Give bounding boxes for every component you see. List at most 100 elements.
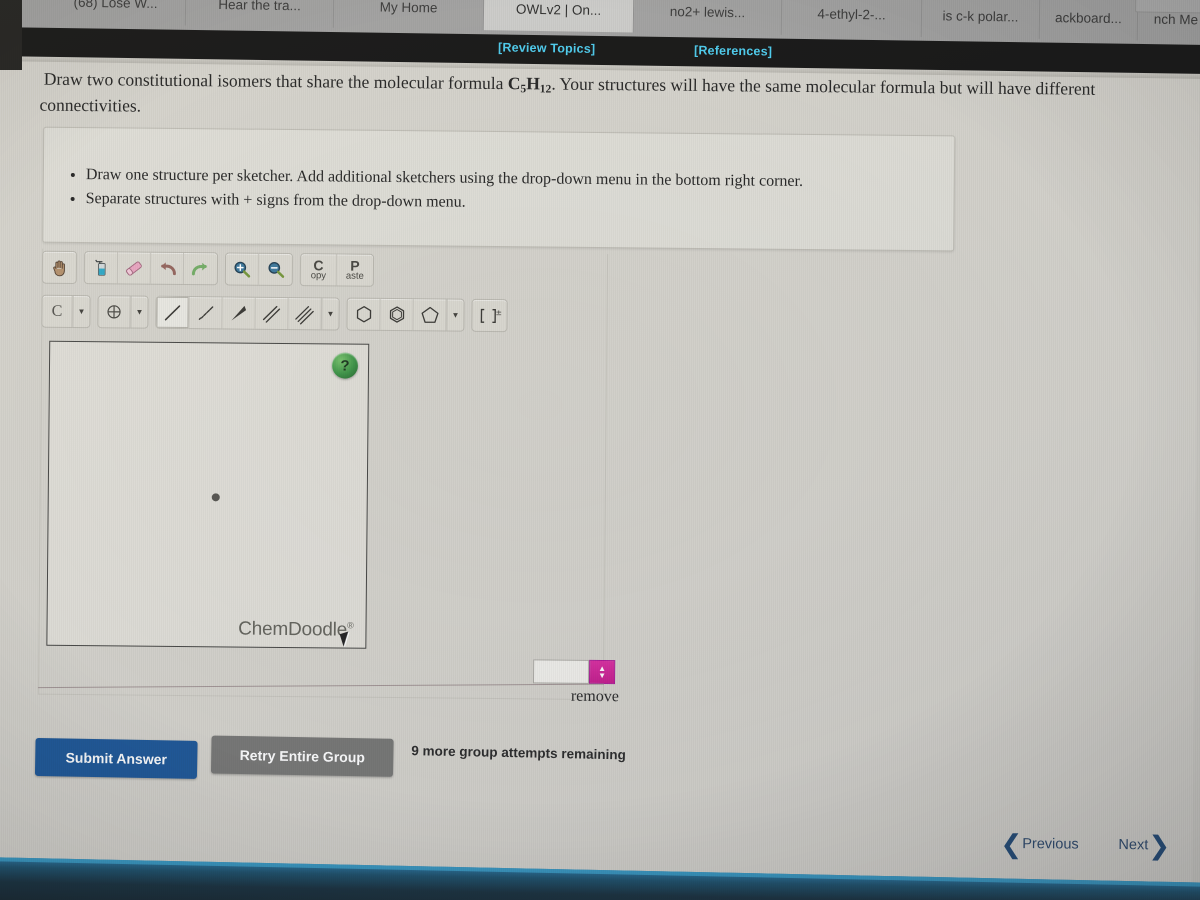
assignment-page: Draw two constitutional isomers that sha… [0,52,1200,900]
triple-bond-tool-button[interactable] [288,298,322,330]
hash-bond-icon [198,305,214,320]
double-bond-icon [262,305,281,323]
bracket-charge-tool-button[interactable]: ± [472,300,506,331]
attempts-remaining-text: 9 more group attempts remaining [411,743,627,763]
single-bond-icon [164,304,181,320]
browser-tab-owlv2[interactable]: OWLv2 | On... [483,0,635,33]
edit-group [83,251,219,286]
redo-arrow-icon [191,262,207,276]
sketcher-select[interactable] [532,659,590,684]
ring-dropdown-caret[interactable] [446,299,464,331]
chevron-updown-icon[interactable]: ▲ ▼ [588,659,616,685]
undo-tool-button[interactable] [150,252,185,285]
canvas-atom-point[interactable] [211,493,220,502]
element-dropdown-caret[interactable] [72,295,90,328]
undo-arrow-icon [160,262,176,276]
help-button[interactable]: ? [331,352,359,379]
browser-tab-6[interactable]: is c-k polar... [921,0,1041,39]
previous-link[interactable]: ❮ Previous [1000,828,1078,860]
bond-group [155,295,340,331]
browser-tab-4[interactable]: no2+ lewis... [633,0,783,35]
next-link[interactable]: Next ❯ [1118,830,1170,860]
browser-tab-0[interactable]: (68) Lose W... [45,0,187,26]
clear-tool-button[interactable] [84,252,119,284]
clipboard-group: C opy P aste [299,253,375,287]
copy-icon: C opy [311,258,327,282]
magnifier-plus-icon [234,261,251,278]
tab-label: is c-k polar... [942,7,1019,25]
paste-icon: P aste [345,258,364,282]
element-tool-button[interactable]: C [42,295,73,327]
spray-bottle-icon [95,259,106,276]
hash-bond-tool-button[interactable] [189,297,223,329]
zoom-group [224,252,294,287]
submit-answer-button[interactable]: Submit Answer [34,737,198,779]
tab-label: nch Me [1153,11,1199,27]
double-bond-tool-button[interactable] [255,297,289,330]
window-controls[interactable] [1135,0,1200,14]
browser-tab-5[interactable]: 4-ethyl-2-... [781,0,923,38]
hand-tool-button[interactable] [43,252,76,283]
retry-entire-group-button[interactable]: Retry Entire Group [210,735,394,777]
triple-bond-icon [295,305,314,324]
browser-tab-7[interactable]: ackboard... [1039,0,1139,41]
next-label: Next [1118,837,1149,854]
formula-carbon: C [507,73,521,94]
wedge-bond-icon [231,305,247,320]
eraser-tool-button[interactable] [117,252,152,284]
sketcher-canvas[interactable]: ? ChemDoodle® [46,340,370,649]
browser-tab-1[interactable]: Hear the tra... [185,0,335,28]
cyclopentane-tool-button[interactable] [413,299,447,331]
single-bond-tool-button[interactable] [156,296,190,329]
tab-label: OWLv2 | On... [515,1,602,18]
paste-tool-button[interactable]: P aste [337,254,373,285]
watermark-text: ChemDoodle [238,618,348,641]
tab-label: 4-ethyl-2-... [817,5,886,22]
bracket-charge-icon: ± [480,308,502,323]
hand-icon [52,259,65,276]
paste-label-small: aste [345,270,364,282]
remove-label[interactable]: remove [571,688,619,706]
zoom-in-tool-button[interactable] [225,253,260,285]
formula-hydrogen-count: 12 [539,83,552,96]
question-text-part1: Draw two constitutional isomers that sha… [43,68,504,94]
svg-text:±: ± [496,308,502,317]
review-topics-link[interactable]: [Review Topics] [498,40,595,55]
references-link[interactable]: [References] [694,43,772,58]
formula-hydrogen: H [526,73,540,94]
chevron-down: ▼ [598,671,607,681]
monitor-screen: (68) Lose W... Hear the tra... My Home O… [0,0,1200,900]
instructions-panel: Draw one structure per sketcher. Add add… [42,126,956,252]
tab-label: Hear the tra... [218,0,301,13]
tab-label: no2+ lewis... [669,3,746,20]
chemdoodle-sketcher: C opy P aste C ▼ ▼ ▼ ▼ ± ? ChemDoodle® ▲… [37,248,619,708]
hexagon-icon [356,306,371,323]
sketcher-select-wrap: ▲ ▼ remove [532,659,631,705]
charge-tool-button[interactable] [98,296,131,328]
element-group: C [41,294,91,329]
pager: ❮ Previous Next ❯ [1000,828,1170,876]
bond-dropdown-caret[interactable] [321,298,339,330]
watermark-registered-mark: ® [347,620,354,631]
wedge-bond-tool-button[interactable] [222,297,256,329]
browser-tab-2[interactable]: My Home [333,0,485,31]
charge-dropdown-caret[interactable] [130,296,148,328]
sketcher-toolbar-row-1: C opy P aste [41,250,381,287]
tab-label: ackboard... [1054,9,1123,26]
screen-left-edge [0,0,22,70]
question-prompt: Draw two constitutional isomers that sha… [39,67,1159,129]
element-label: C [51,302,63,320]
molecular-formula: C5H12 [507,73,552,96]
copy-tool-button[interactable]: C opy [300,254,338,286]
pentagon-icon [421,306,439,323]
zoom-out-tool-button[interactable] [259,254,292,285]
benzene-ring-icon [389,306,404,323]
charge-group [97,295,149,329]
redo-tool-button[interactable] [184,253,217,284]
chevron-left-icon: ❮ [1000,828,1023,860]
eraser-icon [126,261,142,276]
magnifier-minus-icon [267,261,284,278]
cyclohexane-tool-button[interactable] [347,298,381,330]
benzene-tool-button[interactable] [380,298,414,331]
sketcher-toolbar-row-2: C ▼ ▼ ▼ ▼ ± [41,294,514,333]
